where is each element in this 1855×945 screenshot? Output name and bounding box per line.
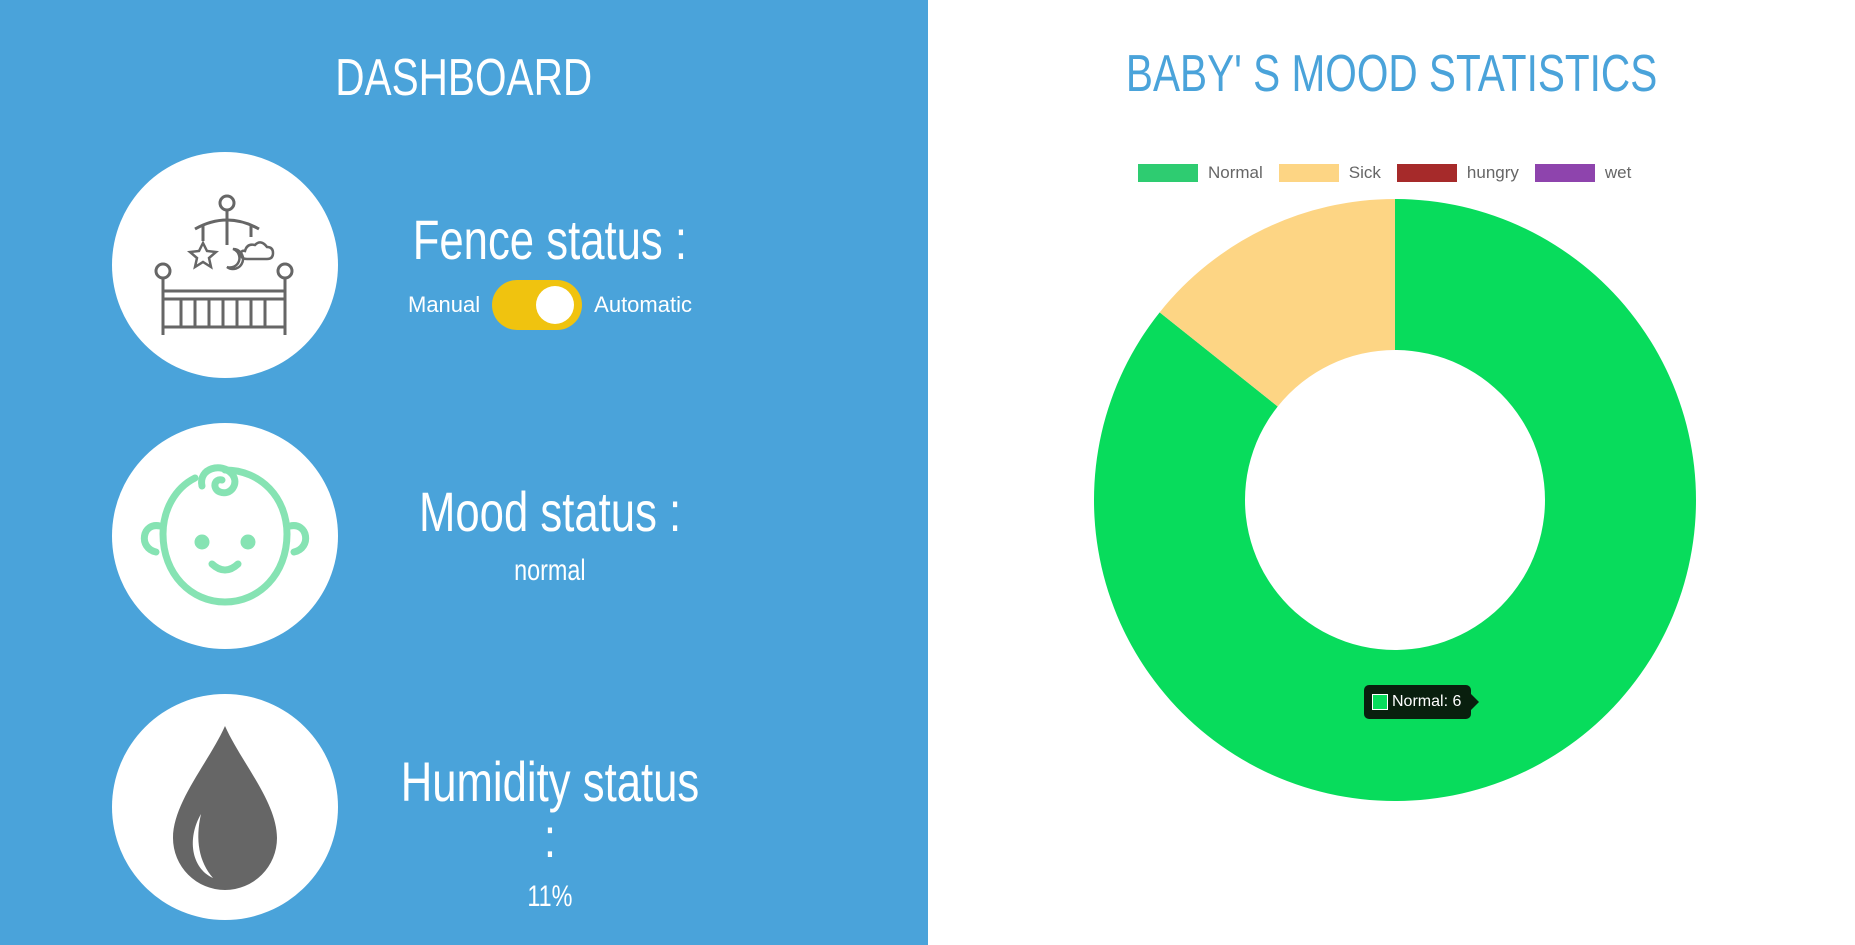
dashboard-title: DASHBOARD [335,49,593,107]
mood-status-title: Mood status : [418,480,682,543]
dashboard-panel: DASHBOARD Fence status: Manual Automati… [0,0,928,945]
statistics-panel [928,0,1855,945]
legend-swatch-wet [1534,164,1595,182]
fence-status-title: Fence status : [412,208,688,271]
legend-item-hungry[interactable]: hungry [1396,163,1519,183]
legend-label-wet: wet [1604,163,1632,182]
humidity-status-title: Humidity status : [400,750,700,869]
crib-icon [112,152,338,378]
legend-label-sick: Sick [1348,163,1381,182]
legend-item-sick[interactable]: Sick [1278,163,1381,183]
mood-status-value: normal [514,554,586,587]
humidity-status: Humidity status : 11% [350,754,750,914]
tooltip-swatch [1372,694,1388,710]
legend-item-normal[interactable]: Normal [1138,163,1263,183]
water-drop-icon [112,694,338,920]
toggle-knob[interactable] [536,286,575,324]
legend-swatch-normal [1138,164,1198,182]
manual-label: Manual [408,292,481,317]
chart-tooltip: Normal: 6 [1364,685,1480,719]
mood-status: Mood status : normal [350,484,750,588]
fence-mode-toggle[interactable] [492,280,583,330]
legend-item-wet[interactable]: wet [1534,163,1632,183]
tooltip-label: Normal: 6 [1392,693,1462,710]
fence-mode-toggle-row: Manual Automatic [350,280,750,330]
legend-swatch-hungry [1396,164,1457,182]
humidity-status-value: 11% [527,880,573,913]
legend-label-hungry: hungry [1466,163,1519,182]
legend-label-normal: Normal [1208,163,1263,182]
legend-swatch-sick [1278,164,1339,182]
chart-legend: Normal Sick hungry wet [1138,163,1647,183]
fence-status: Fence status : Manual Automatic [350,212,750,330]
baby-face-icon [112,423,338,649]
automatic-label: Automatic [594,292,692,317]
chart-title: BABY' S MOOD STATISTICS [1125,45,1658,103]
